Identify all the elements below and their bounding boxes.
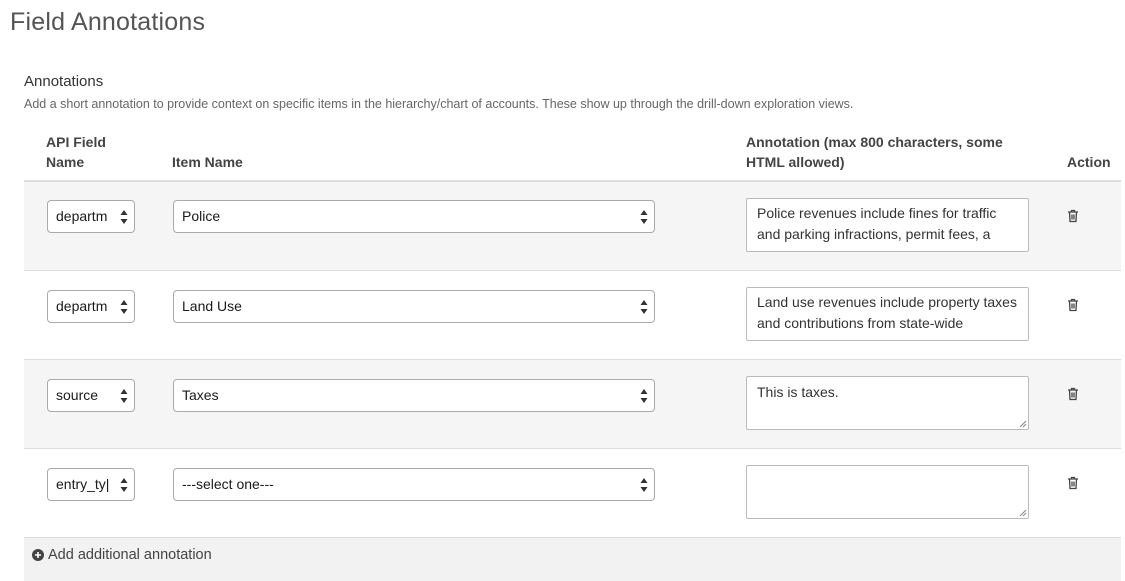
trash-icon[interactable]	[1067, 476, 1079, 490]
item-name-select[interactable]: Taxes	[173, 379, 655, 412]
annotation-text: This is taxes.	[757, 384, 839, 400]
header-action: Action	[1067, 154, 1111, 170]
up-down-arrows-icon	[120, 478, 128, 492]
table-row: departm Land Use Land use revenues inclu…	[24, 271, 1121, 360]
resize-grip-icon[interactable]	[1019, 420, 1027, 428]
up-down-arrows-icon	[120, 210, 128, 224]
up-down-arrows-icon	[120, 300, 128, 314]
annotation-textarea[interactable]: Land use revenues include property taxes…	[746, 287, 1029, 341]
item-name-select[interactable]: Land Use	[173, 290, 655, 323]
item-name-select[interactable]: ---select one---	[173, 468, 655, 501]
up-down-arrows-icon	[120, 389, 128, 403]
api-field-select[interactable]: source	[47, 379, 135, 412]
api-field-select[interactable]: departm	[47, 290, 135, 323]
api-field-value: departm	[56, 298, 108, 314]
header-api-field: API Field Name	[46, 132, 106, 172]
plus-circle-icon	[32, 549, 44, 561]
page-title: Field Annotations	[10, 8, 206, 36]
header-annotation-line1: Annotation (max 800 characters, some	[746, 134, 1003, 150]
api-field-select[interactable]: departm	[47, 200, 135, 233]
api-field-value: entry_ty|	[56, 476, 110, 492]
item-name-value: Police	[182, 208, 221, 224]
up-down-arrows-icon	[640, 300, 648, 314]
up-down-arrows-icon	[640, 389, 648, 403]
item-name-value: ---select one---	[182, 476, 274, 492]
trash-icon[interactable]	[1067, 298, 1079, 312]
add-annotation-button[interactable]: Add additional annotation	[32, 547, 212, 563]
add-annotation-label: Add additional annotation	[48, 547, 212, 563]
trash-icon[interactable]	[1067, 387, 1079, 401]
footer-bar: Add additional annotation	[24, 538, 1121, 581]
header-annotation: Annotation (max 800 characters, some HTM…	[746, 132, 1003, 172]
table-row: departm Police Police revenues include f…	[24, 182, 1121, 271]
header-api-field-line2: Name	[46, 154, 85, 170]
header-annotation-line2: HTML allowed)	[746, 154, 845, 170]
api-field-value: departm	[56, 208, 108, 224]
up-down-arrows-icon	[640, 478, 648, 492]
header-api-field-line1: API Field	[46, 134, 106, 150]
item-name-value: Land Use	[182, 298, 242, 314]
resize-grip-icon[interactable]	[1019, 509, 1027, 517]
annotation-textarea[interactable]: Police revenues include fines for traffi…	[746, 198, 1029, 252]
annotation-textarea[interactable]	[746, 465, 1029, 519]
table-row: source Taxes This is taxes.	[24, 360, 1121, 449]
section-title: Annotations	[24, 73, 104, 90]
annotation-textarea[interactable]: This is taxes.	[746, 376, 1029, 430]
item-name-select[interactable]: Police	[173, 200, 655, 233]
api-field-value: source	[56, 387, 99, 403]
item-name-value: Taxes	[182, 387, 219, 403]
annotation-text: Police revenues include fines for traffi…	[757, 205, 997, 242]
api-field-select[interactable]: entry_ty|	[47, 468, 135, 501]
table-row: entry_ty| ---select one---	[24, 449, 1121, 538]
trash-icon[interactable]	[1067, 209, 1079, 223]
annotation-text: Land use revenues include property taxes…	[757, 294, 1017, 331]
section-description: Add a short annotation to provide contex…	[24, 97, 854, 111]
up-down-arrows-icon	[640, 210, 648, 224]
header-item-name: Item Name	[172, 154, 243, 170]
